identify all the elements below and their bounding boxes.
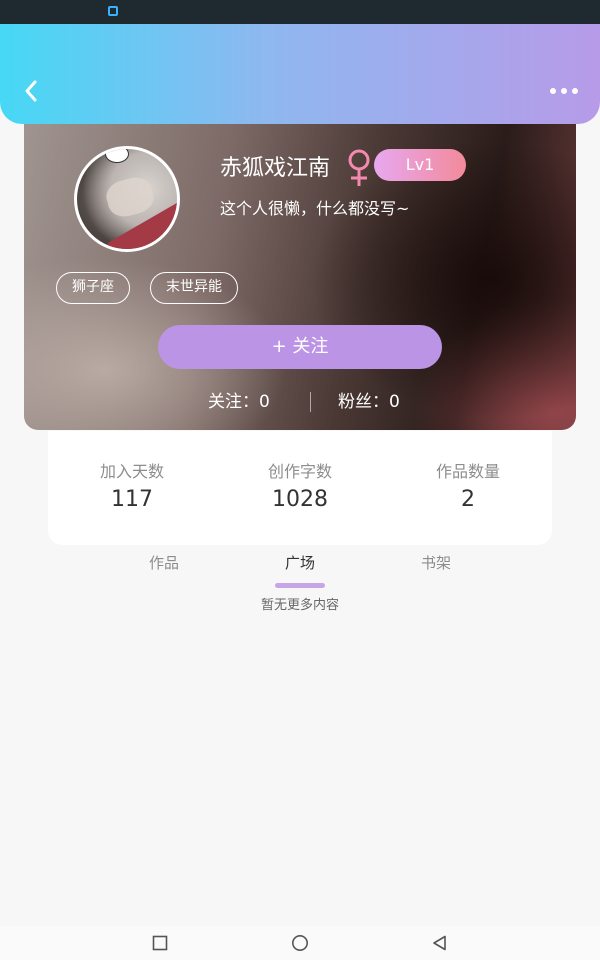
tab-bar: 作品 广场 书架 <box>0 552 600 592</box>
header <box>0 24 600 124</box>
stat-value: 117 <box>111 487 153 512</box>
more-options-button[interactable] <box>546 76 582 106</box>
stat-label: 加入天数 <box>99 462 164 481</box>
stat-label: 创作字数 <box>267 462 332 481</box>
tab-bookshelf[interactable]: 书架 <box>396 552 476 574</box>
tab-active-indicator <box>275 583 325 588</box>
tab-works[interactable]: 作品 <box>124 552 204 574</box>
more-dot-icon <box>561 88 567 94</box>
tag-genre[interactable]: 末世异能 <box>150 272 238 304</box>
following-count[interactable]: 关注：0 <box>208 390 270 414</box>
stat-value: 2 <box>461 487 475 512</box>
system-nav-bar <box>0 926 600 960</box>
avatar[interactable] <box>74 146 180 252</box>
avatar-hand <box>103 173 157 221</box>
chevron-left-icon <box>25 80 37 102</box>
recent-apps-icon[interactable] <box>151 934 169 952</box>
follow-counts: 关注：0 粉丝：0 <box>24 390 576 414</box>
stat-works-count: 作品数量 2 <box>398 461 538 515</box>
female-icon <box>348 149 370 186</box>
tag-zodiac[interactable]: 狮子座 <box>56 272 130 304</box>
avatar-panda <box>105 149 129 163</box>
fans-count[interactable]: 粉丝：0 <box>338 390 400 414</box>
back-triangle-icon[interactable] <box>431 934 449 952</box>
more-dot-icon <box>572 88 578 94</box>
follow-button[interactable]: + 关注 <box>158 325 442 369</box>
more-dot-icon <box>550 88 556 94</box>
tab-plaza[interactable]: 广场 <box>260 552 340 574</box>
stats-card: 加入天数 117 创作字数 1028 作品数量 2 <box>48 431 552 545</box>
stat-join-days: 加入天数 117 <box>62 461 202 515</box>
level-badge: Lv1 <box>374 149 466 181</box>
bio-text: 这个人很懒，什么都没写~ <box>220 199 410 218</box>
empty-message: 暂无更多内容 <box>260 598 339 613</box>
status-bar <box>0 0 600 24</box>
lock-icon <box>108 6 118 16</box>
divider <box>310 392 311 412</box>
username: 赤狐戏江南 <box>220 156 331 181</box>
stat-word-count: 创作字数 1028 <box>230 461 370 515</box>
home-icon[interactable] <box>291 934 309 952</box>
stat-label: 作品数量 <box>435 462 500 481</box>
profile-card: 赤狐戏江南 Lv1 这个人很懒，什么都没写~ 狮子座 末世异能 + 关注 关注：… <box>24 110 576 430</box>
back-button[interactable] <box>16 76 46 106</box>
stat-value: 1028 <box>272 487 328 512</box>
